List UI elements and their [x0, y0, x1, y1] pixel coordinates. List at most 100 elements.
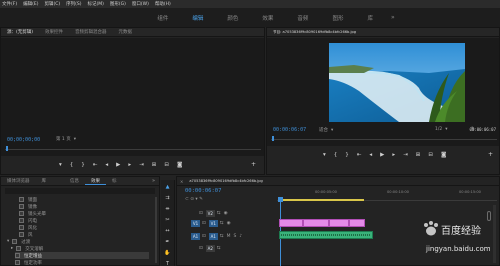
step-forward-icon[interactable]: ▸ [128, 162, 131, 168]
menu-window[interactable]: 窗口(W) [132, 1, 149, 7]
lock-icon[interactable]: ⊡ [202, 234, 206, 239]
source-page-dropdown[interactable]: 第 1 页 ▾ [56, 136, 76, 143]
program-zoom-dropdown[interactable]: 1/2 ▾ [435, 127, 448, 132]
play-icon[interactable]: ▶ [116, 162, 120, 168]
list-item[interactable]: ▾ 过渡 [7, 238, 30, 245]
sync-lock-icon[interactable]: ⇆ [217, 211, 221, 216]
video-clip[interactable] [303, 219, 329, 227]
selection-tool-icon[interactable]: ▲ [164, 183, 172, 191]
list-item[interactable]: ▸ 交叉溶解 [11, 245, 43, 252]
timeline-timecode[interactable]: 00:00:06:07 [185, 188, 221, 194]
in-point-icon[interactable]: { [70, 162, 74, 168]
workspace-more-icon[interactable]: » [391, 14, 395, 21]
menu-file[interactable]: 文件(F) [2, 1, 17, 7]
list-item[interactable]: 风化 [19, 224, 37, 231]
effects-search-field[interactable] [5, 188, 155, 194]
eye-icon[interactable]: ◉ [224, 211, 228, 216]
program-timecode[interactable]: 00:00:06:07 [273, 127, 306, 133]
tab-media-browser[interactable]: 媒体浏览器 [1, 178, 36, 184]
go-to-out-icon[interactable]: ⇥ [139, 162, 144, 168]
track-target-a2[interactable]: A2 [205, 245, 215, 252]
slip-tool-icon[interactable]: ↔ [164, 227, 172, 235]
track-select-tool-icon[interactable]: ⇉ [164, 194, 172, 202]
workspace-graphics[interactable]: 图形 [332, 14, 343, 22]
list-item[interactable]: 镜面 [19, 196, 37, 203]
work-area-bar[interactable] [279, 199, 364, 201]
step-forward-icon[interactable]: ▸ [392, 152, 395, 158]
menu-clip[interactable]: 剪辑(C) [44, 1, 60, 7]
pen-tool-icon[interactable]: ✒ [164, 238, 172, 246]
in-point-icon[interactable]: { [334, 152, 338, 158]
out-point-icon[interactable]: } [345, 152, 349, 158]
track-target-a1[interactable]: A1 [208, 233, 218, 240]
step-back-icon[interactable]: ◂ [105, 162, 108, 168]
menu-graphics[interactable]: 图形(G) [110, 1, 126, 7]
go-to-in-icon[interactable]: ⇤ [93, 162, 98, 168]
track-target-v2[interactable]: V2 [205, 210, 215, 217]
extract-icon[interactable]: ⊟ [428, 152, 433, 158]
snap-icon[interactable]: ⊂ ⊙ ▾ ✎ [185, 197, 203, 202]
marker-icon[interactable]: ▾ [59, 162, 62, 168]
menu-edit[interactable]: 编辑(E) [23, 1, 38, 7]
microphone-icon[interactable]: ♪ [239, 234, 242, 239]
menu-marker[interactable]: 标记(M) [88, 1, 104, 7]
workspace-audio[interactable]: 音频 [297, 14, 308, 22]
list-item[interactable]: 镜像 [19, 203, 37, 210]
time-ruler[interactable]: 00:00:05:00 00:00:10:00 00:00:15:00 [277, 189, 497, 201]
list-item[interactable]: 闪电 [19, 217, 37, 224]
go-to-in-icon[interactable]: ⇤ [357, 152, 362, 158]
workspace-editing[interactable]: 编辑 [192, 14, 203, 22]
tab-audio-clip-mixer[interactable]: 音频剪辑混合器 [69, 29, 113, 35]
source-playhead-icon[interactable] [6, 146, 8, 151]
lift-icon[interactable]: ⊞ [416, 152, 421, 158]
video-clip[interactable] [349, 219, 365, 227]
program-fit-dropdown[interactable]: 适合 ▾ [319, 127, 333, 134]
tab-effects[interactable]: 效果 [85, 178, 106, 185]
tab-source[interactable]: 源：(无剪辑) [1, 29, 39, 35]
sync-lock-icon[interactable]: ⇆ [220, 234, 224, 239]
tab-markers[interactable]: 标 [106, 178, 123, 184]
camera-icon[interactable]: ◙ [441, 152, 446, 158]
play-icon[interactable]: ▶ [380, 152, 384, 158]
workspace-assembly[interactable]: 组件 [157, 14, 168, 22]
step-back-icon[interactable]: ◂ [369, 152, 372, 158]
source-patch-a1[interactable]: A1 [191, 233, 200, 240]
solo-button[interactable]: S [233, 234, 236, 239]
mute-button[interactable]: M [227, 234, 231, 239]
panel-more-icon[interactable]: » [152, 178, 155, 184]
sync-lock-icon[interactable]: ⇆ [217, 246, 221, 251]
go-to-out-icon[interactable]: ⇥ [403, 152, 408, 158]
overwrite-icon[interactable]: ⊟ [164, 162, 169, 168]
lock-icon[interactable]: ⊡ [199, 211, 203, 216]
tab-info[interactable]: 信息 [64, 178, 85, 184]
source-timecode[interactable]: 00;00;00;00 [7, 137, 40, 143]
eye-icon[interactable]: ◉ [227, 221, 231, 226]
workspace-color[interactable]: 颜色 [227, 14, 238, 22]
type-tool-icon[interactable]: T [164, 260, 172, 266]
list-item[interactable]: 风 [19, 231, 33, 238]
out-point-icon[interactable]: } [81, 162, 85, 168]
hand-tool-icon[interactable]: ✋ [164, 249, 172, 257]
camera-icon[interactable]: ◙ [177, 162, 182, 168]
list-item[interactable]: 镜头光晕 [19, 210, 46, 217]
program-scrub-bar[interactable] [271, 139, 497, 140]
track-target-v1[interactable]: V1 [208, 220, 218, 227]
menu-help[interactable]: 帮助(H) [155, 1, 171, 7]
source-patch-v1[interactable]: V1 [191, 220, 200, 227]
tab-program[interactable]: 节目: a7053836f9c8090169dfb8c4bfc266b.jpg [267, 30, 362, 35]
lock-icon[interactable]: ⊡ [202, 221, 206, 226]
tab-metadata[interactable]: 元数据 [113, 29, 139, 35]
workspace-effects[interactable]: 效果 [262, 14, 273, 22]
marker-icon[interactable]: ▾ [323, 152, 326, 158]
insert-icon[interactable]: ⊞ [152, 162, 157, 168]
tab-sequence[interactable]: a7053836f9c8090169dfb8c4bfc266b.jpg [183, 179, 268, 183]
list-item[interactable]: 恒定增益 [15, 252, 149, 259]
program-playhead-icon[interactable] [272, 136, 274, 141]
add-button-icon[interactable]: + [251, 161, 256, 168]
add-button-icon[interactable]: + [488, 151, 493, 158]
ripple-edit-tool-icon[interactable]: ⇹ [164, 205, 172, 213]
video-clip[interactable] [329, 219, 349, 227]
source-scrub-bar[interactable] [5, 149, 261, 150]
workspace-libraries[interactable]: 库 [367, 14, 373, 22]
video-clip[interactable] [279, 219, 303, 227]
